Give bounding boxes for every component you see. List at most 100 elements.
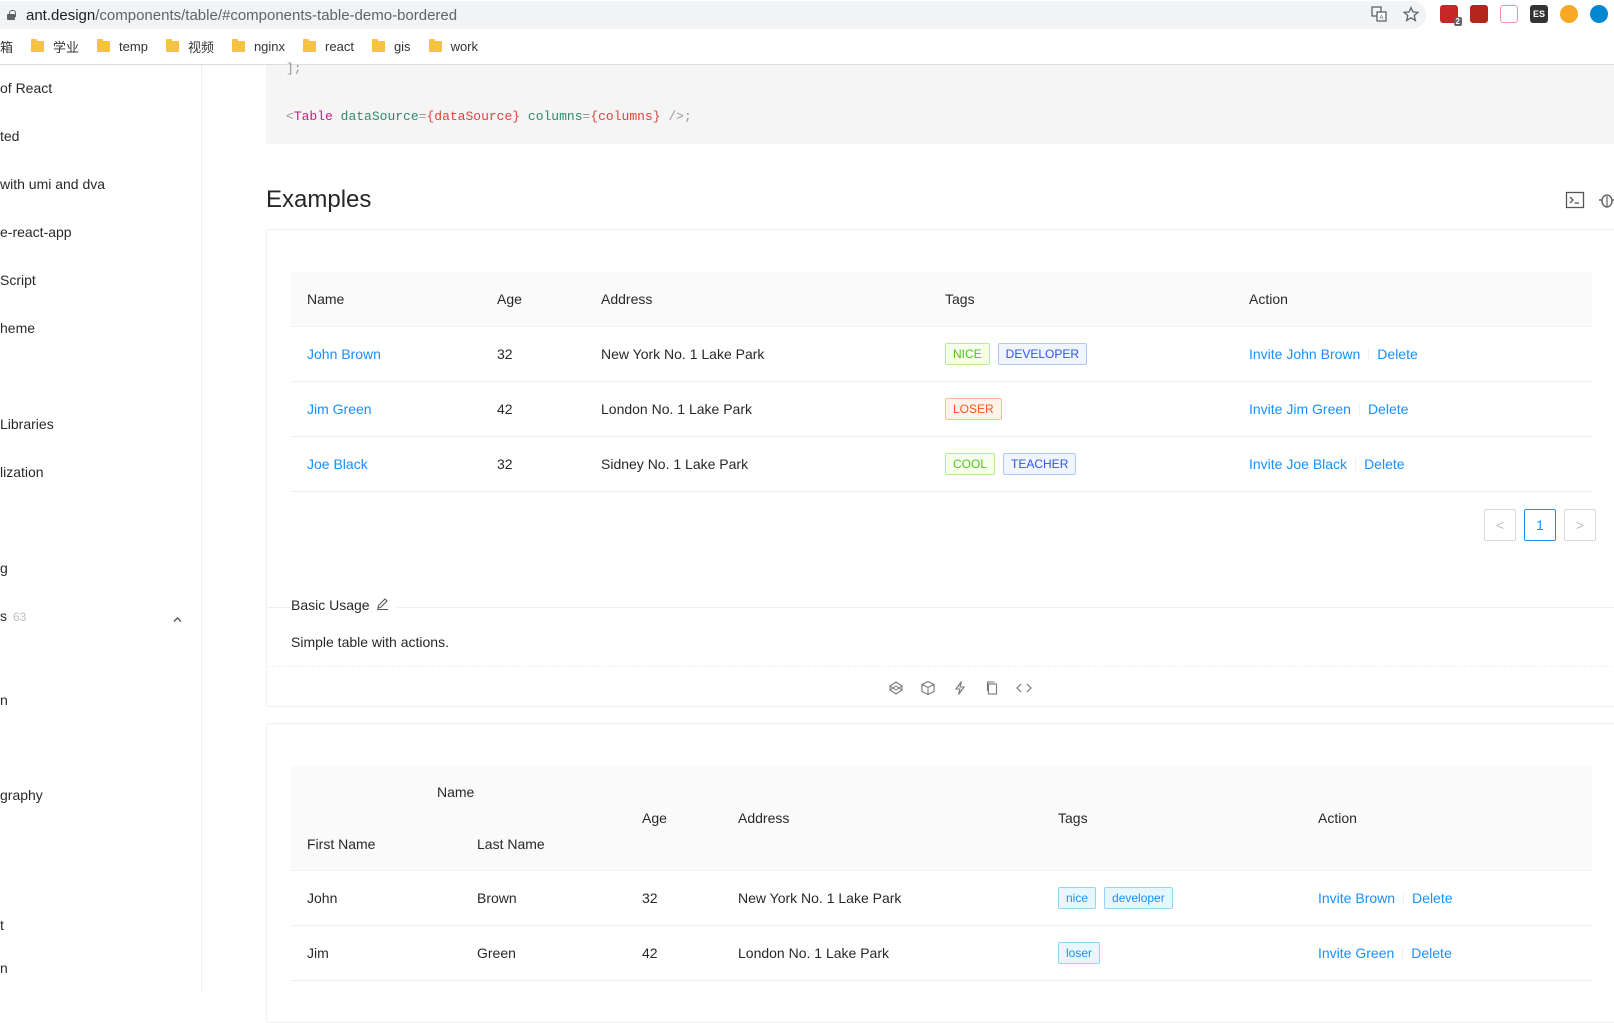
table-header-row: Name Age Address Tags Action	[291, 766, 1592, 871]
bookmark-label: 学业	[53, 39, 80, 55]
demo-description: Simple table with actions.	[291, 634, 449, 650]
delete-link[interactable]: Delete	[1412, 890, 1452, 906]
side-menu-label: n	[0, 960, 8, 976]
side-menu-item[interactable]: graphy	[0, 787, 43, 803]
chevron-up-icon[interactable]	[173, 611, 182, 622]
side-menu-item[interactable]: g	[0, 560, 8, 576]
side-menu-label: Script	[0, 272, 36, 288]
side-menu-item[interactable]: n	[0, 692, 8, 708]
name-link[interactable]: Joe Black	[307, 456, 368, 472]
bookmark-item[interactable]: 箱	[0, 37, 13, 56]
bookmark-folder[interactable]: work	[428, 38, 478, 54]
tag-developer: DEVELOPER	[997, 342, 1088, 365]
terminal-icon[interactable]	[1565, 190, 1585, 213]
invite-link[interactable]: Invite Green	[1318, 945, 1394, 961]
side-menu-item[interactable]: ted	[0, 128, 19, 144]
bookmark-folder[interactable]: 视频	[165, 37, 214, 56]
side-menu-item[interactable]: with umi and dva	[0, 176, 105, 192]
side-menu-label: graphy	[0, 787, 43, 803]
cell-tags: LOSER	[929, 381, 1233, 437]
bookmark-label: react	[325, 38, 354, 54]
demo-actions-divider	[267, 666, 1614, 667]
star-bookmark-icon[interactable]	[1402, 5, 1420, 23]
cell-action: Invite Brown Delete	[1302, 870, 1592, 926]
bookmark-folder[interactable]: temp	[97, 38, 148, 54]
code-expand-icon[interactable]	[1015, 679, 1033, 697]
cell-action: Invite Green Delete	[1302, 925, 1592, 981]
url-text[interactable]: ant.design/components/table/#components-…	[26, 7, 457, 24]
side-menu-label: ted	[0, 128, 20, 144]
folder-icon	[428, 38, 442, 52]
codepen-icon[interactable]	[887, 679, 905, 697]
side-menu-item[interactable]: heme	[0, 320, 35, 336]
es-extension-icon[interactable]: ES	[1530, 5, 1548, 23]
cell-last-name: Green	[461, 925, 626, 981]
invite-link[interactable]: Invite Brown	[1318, 890, 1395, 906]
demo-code-actions	[887, 679, 1033, 697]
cat-extension-icon[interactable]	[1500, 5, 1518, 23]
codesandbox-icon[interactable]	[919, 679, 937, 697]
side-menu-label: Libraries	[0, 416, 54, 432]
lock-icon[interactable]	[6, 10, 16, 20]
code-token: <	[286, 109, 294, 124]
pagination-page-1[interactable]: 1	[1524, 509, 1556, 541]
round-extension-icon[interactable]	[1590, 5, 1608, 23]
bookmark-folder[interactable]: react	[303, 38, 354, 54]
pagination-next-button[interactable]: >	[1564, 509, 1596, 541]
side-menu-label: t	[0, 917, 4, 933]
code-token: {columns}	[590, 109, 661, 124]
invite-link[interactable]: Invite John Brown	[1249, 346, 1360, 362]
address-field[interactable]: ant.design/components/table/#components-…	[0, 1, 1426, 29]
bookmark-label: gis	[393, 38, 411, 54]
bookmark-folder[interactable]: nginx	[231, 38, 286, 54]
copy-icon[interactable]	[983, 679, 1001, 697]
invite-link[interactable]: Invite Joe Black	[1249, 456, 1347, 472]
bookmark-label: 视频	[187, 39, 214, 55]
side-menu-item[interactable]: Libraries	[0, 416, 54, 432]
delete-link[interactable]: Delete	[1364, 456, 1404, 472]
side-menu-item[interactable]: lization	[0, 464, 44, 480]
cell-tags: COOL TEACHER	[929, 436, 1233, 492]
cell-age: 42	[481, 381, 585, 437]
delete-link[interactable]: Delete	[1377, 346, 1417, 362]
table-row: John Brown 32 New York No. 1 Lake Park N…	[291, 326, 1592, 382]
column-header-name-group: Name	[291, 766, 626, 818]
folder-icon	[165, 38, 179, 52]
code-snippet: ]; <Table dataSource={dataSource} column…	[266, 61, 1614, 144]
name-link[interactable]: Jim Green	[307, 401, 372, 417]
cell-tags: NICE DEVELOPER	[929, 326, 1233, 382]
bookmark-folder[interactable]: 学业	[31, 37, 79, 56]
bookmark-label: 箱	[0, 39, 14, 55]
invite-link[interactable]: Invite Jim Green	[1249, 401, 1351, 417]
side-menu-item[interactable]: of React	[0, 80, 52, 96]
pdf-extension-icon[interactable]	[1470, 5, 1488, 23]
cell-address: New York No. 1 Lake Park	[722, 870, 1042, 926]
delete-link[interactable]: Delete	[1368, 401, 1408, 417]
demo-basic-usage: Name Age Address Tags Action John Brown …	[266, 229, 1614, 707]
chevron-left-icon: <	[1495, 517, 1505, 533]
side-menu-item[interactable]: Script	[0, 272, 36, 288]
bookmark-label: nginx	[253, 38, 286, 54]
pagination-prev-button[interactable]: <	[1484, 509, 1516, 541]
side-menu-group-components[interactable]: s 63	[0, 608, 26, 624]
name-link[interactable]: John Brown	[307, 346, 381, 362]
side-menu-item[interactable]: n	[0, 960, 8, 976]
bug-icon[interactable]	[1597, 190, 1614, 213]
table-header-row: Name Age Address Tags Action	[291, 272, 1592, 327]
edit-icon[interactable]	[376, 597, 389, 613]
column-header-age: Age	[626, 766, 722, 871]
side-menu-item[interactable]: e-react-app	[0, 224, 72, 240]
color-extension-icon[interactable]	[1560, 5, 1578, 23]
column-header-last-name: Last Name	[461, 818, 626, 871]
demo-title: Basic Usage	[291, 597, 397, 613]
bookmark-folder[interactable]: gis	[371, 38, 411, 54]
side-menu-item[interactable]: t	[0, 917, 4, 933]
table-row: Joe Black 32 Sidney No. 1 Lake Park COOL…	[291, 436, 1592, 492]
delete-link[interactable]: Delete	[1411, 945, 1451, 961]
code-main-line: <Table dataSource={dataSource} columns={…	[286, 109, 692, 124]
cell-first-name: John	[291, 870, 461, 926]
translate-icon[interactable]: A	[1370, 5, 1388, 23]
thunderbolt-icon[interactable]	[951, 679, 969, 697]
shield-extension-icon[interactable]: 2	[1440, 5, 1462, 26]
demo-grouped-header: Name Age Address Tags Action First Name …	[266, 723, 1614, 1023]
